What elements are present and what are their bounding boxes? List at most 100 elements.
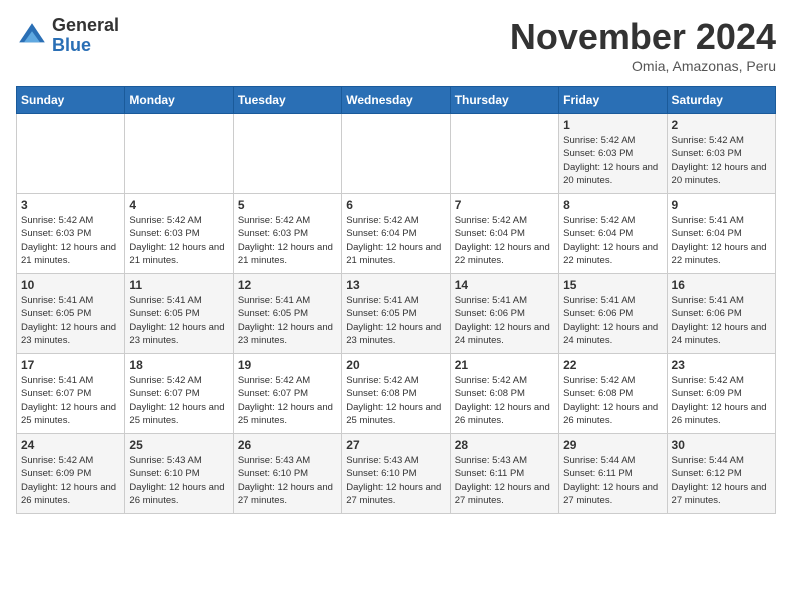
calendar-cell: 26Sunrise: 5:43 AMSunset: 6:10 PMDayligh…: [233, 434, 341, 514]
day-info: Sunrise: 5:42 AMSunset: 6:08 PMDaylight:…: [563, 374, 662, 427]
day-number: 22: [563, 358, 662, 372]
calendar-cell: 20Sunrise: 5:42 AMSunset: 6:08 PMDayligh…: [342, 354, 450, 434]
calendar-week-4: 17 Sunrise: 5:41 AMSunset: 6:07 PMDayligh…: [17, 354, 776, 434]
calendar-cell: 14Sunrise: 5:41 AMSunset: 6:06 PMDayligh…: [450, 274, 558, 354]
calendar-body: 1 Sunrise: 5:42 AMSunset: 6:03 PMDaylight…: [17, 114, 776, 514]
title-block: November 2024 Omia, Amazonas, Peru: [510, 16, 776, 74]
calendar-week-2: 3Sunrise: 5:42 AMSunset: 6:03 PMDaylight…: [17, 194, 776, 274]
weekday-header-wednesday: Wednesday: [342, 87, 450, 114]
calendar-cell: 28 Sunrise: 5:43 AMSunset: 6:11 PMDayligh…: [450, 434, 558, 514]
day-number: 13: [346, 278, 445, 292]
day-info: Sunrise: 5:42 AMSunset: 6:09 PMDaylight:…: [21, 454, 120, 507]
calendar-cell: 4 Sunrise: 5:42 AMSunset: 6:03 PMDaylight…: [125, 194, 233, 274]
day-info: Sunrise: 5:41 AMSunset: 6:06 PMDaylight:…: [672, 294, 771, 347]
calendar-cell: 24 Sunrise: 5:42 AMSunset: 6:09 PMDayligh…: [17, 434, 125, 514]
calendar-cell: 8Sunrise: 5:42 AMSunset: 6:04 PMDaylight…: [559, 194, 667, 274]
day-number: 19: [238, 358, 337, 372]
calendar-cell: 7 Sunrise: 5:42 AMSunset: 6:04 PMDaylight…: [450, 194, 558, 274]
day-number: 2: [672, 118, 771, 132]
day-info: Sunrise: 5:43 AMSunset: 6:10 PMDaylight:…: [129, 454, 228, 507]
calendar-cell: 18 Sunrise: 5:42 AMSunset: 6:07 PMDayligh…: [125, 354, 233, 434]
page-header: General Blue November 2024 Omia, Amazona…: [16, 16, 776, 74]
day-info: Sunrise: 5:41 AMSunset: 6:05 PMDaylight:…: [129, 294, 228, 347]
day-number: 29: [563, 438, 662, 452]
calendar-cell: 2 Sunrise: 5:42 AMSunset: 6:03 PMDaylight…: [667, 114, 775, 194]
calendar-cell: 11 Sunrise: 5:41 AMSunset: 6:05 PMDayligh…: [125, 274, 233, 354]
day-number: 16: [672, 278, 771, 292]
day-info: Sunrise: 5:44 AMSunset: 6:11 PMDaylight:…: [563, 454, 662, 507]
day-number: 9: [672, 198, 771, 212]
day-number: 27: [346, 438, 445, 452]
calendar-cell: [450, 114, 558, 194]
calendar-cell: 12Sunrise: 5:41 AMSunset: 6:05 PMDayligh…: [233, 274, 341, 354]
day-info: Sunrise: 5:41 AMSunset: 6:07 PMDaylight:…: [21, 374, 120, 427]
day-number: 18: [129, 358, 228, 372]
day-info: Sunrise: 5:42 AMSunset: 6:04 PMDaylight:…: [455, 214, 554, 267]
day-info: Sunrise: 5:41 AMSunset: 6:05 PMDaylight:…: [21, 294, 120, 347]
day-info: Sunrise: 5:43 AMSunset: 6:11 PMDaylight:…: [455, 454, 554, 507]
day-info: Sunrise: 5:42 AMSunset: 6:03 PMDaylight:…: [238, 214, 337, 267]
calendar-cell: 21 Sunrise: 5:42 AMSunset: 6:08 PMDayligh…: [450, 354, 558, 434]
calendar-cell: 23 Sunrise: 5:42 AMSunset: 6:09 PMDayligh…: [667, 354, 775, 434]
weekday-header-sunday: Sunday: [17, 87, 125, 114]
calendar-cell: 13 Sunrise: 5:41 AMSunset: 6:05 PMDayligh…: [342, 274, 450, 354]
day-number: 26: [238, 438, 337, 452]
day-info: Sunrise: 5:42 AMSunset: 6:07 PMDaylight:…: [129, 374, 228, 427]
day-info: Sunrise: 5:42 AMSunset: 6:04 PMDaylight:…: [346, 214, 445, 267]
day-info: Sunrise: 5:42 AMSunset: 6:09 PMDaylight:…: [672, 374, 771, 427]
calendar-header-row: SundayMondayTuesdayWednesdayThursdayFrid…: [17, 87, 776, 114]
calendar-cell: 6Sunrise: 5:42 AMSunset: 6:04 PMDaylight…: [342, 194, 450, 274]
logo-general: General: [52, 16, 119, 36]
day-info: Sunrise: 5:42 AMSunset: 6:03 PMDaylight:…: [129, 214, 228, 267]
day-info: Sunrise: 5:42 AMSunset: 6:03 PMDaylight:…: [563, 134, 662, 187]
calendar-cell: 29 Sunrise: 5:44 AMSunset: 6:11 PMDayligh…: [559, 434, 667, 514]
day-number: 30: [672, 438, 771, 452]
logo-blue: Blue: [52, 36, 119, 56]
day-info: Sunrise: 5:42 AMSunset: 6:04 PMDaylight:…: [563, 214, 662, 267]
day-number: 10: [21, 278, 120, 292]
calendar-cell: 27 Sunrise: 5:43 AMSunset: 6:10 PMDayligh…: [342, 434, 450, 514]
day-number: 28: [455, 438, 554, 452]
day-info: Sunrise: 5:42 AMSunset: 6:08 PMDaylight:…: [455, 374, 554, 427]
calendar-cell: 30 Sunrise: 5:44 AMSunset: 6:12 PMDayligh…: [667, 434, 775, 514]
day-info: Sunrise: 5:44 AMSunset: 6:12 PMDaylight:…: [672, 454, 771, 507]
location-subtitle: Omia, Amazonas, Peru: [510, 58, 776, 74]
calendar-cell: 22 Sunrise: 5:42 AMSunset: 6:08 PMDayligh…: [559, 354, 667, 434]
calendar-cell: [342, 114, 450, 194]
calendar-table: SundayMondayTuesdayWednesdayThursdayFrid…: [16, 86, 776, 514]
day-number: 14: [455, 278, 554, 292]
day-info: Sunrise: 5:43 AMSunset: 6:10 PMDaylight:…: [346, 454, 445, 507]
day-info: Sunrise: 5:41 AMSunset: 6:06 PMDaylight:…: [563, 294, 662, 347]
day-number: 7: [455, 198, 554, 212]
day-info: Sunrise: 5:42 AMSunset: 6:03 PMDaylight:…: [672, 134, 771, 187]
day-number: 24: [21, 438, 120, 452]
day-number: 20: [346, 358, 445, 372]
calendar-cell: [233, 114, 341, 194]
calendar-cell: 16 Sunrise: 5:41 AMSunset: 6:06 PMDayligh…: [667, 274, 775, 354]
weekday-header-tuesday: Tuesday: [233, 87, 341, 114]
weekday-header-saturday: Saturday: [667, 87, 775, 114]
calendar-cell: 17 Sunrise: 5:41 AMSunset: 6:07 PMDayligh…: [17, 354, 125, 434]
weekday-header-thursday: Thursday: [450, 87, 558, 114]
calendar-cell: 19Sunrise: 5:42 AMSunset: 6:07 PMDayligh…: [233, 354, 341, 434]
calendar-week-5: 24 Sunrise: 5:42 AMSunset: 6:09 PMDayligh…: [17, 434, 776, 514]
calendar-cell: 15 Sunrise: 5:41 AMSunset: 6:06 PMDayligh…: [559, 274, 667, 354]
day-number: 1: [563, 118, 662, 132]
logo-icon: [16, 20, 48, 52]
calendar-week-1: 1 Sunrise: 5:42 AMSunset: 6:03 PMDaylight…: [17, 114, 776, 194]
day-number: 17: [21, 358, 120, 372]
day-number: 23: [672, 358, 771, 372]
day-number: 11: [129, 278, 228, 292]
day-number: 12: [238, 278, 337, 292]
calendar-cell: 9 Sunrise: 5:41 AMSunset: 6:04 PMDaylight…: [667, 194, 775, 274]
weekday-header-friday: Friday: [559, 87, 667, 114]
logo: General Blue: [16, 16, 119, 56]
day-info: Sunrise: 5:41 AMSunset: 6:04 PMDaylight:…: [672, 214, 771, 267]
calendar-cell: 25Sunrise: 5:43 AMSunset: 6:10 PMDayligh…: [125, 434, 233, 514]
day-info: Sunrise: 5:41 AMSunset: 6:05 PMDaylight:…: [346, 294, 445, 347]
day-number: 4: [129, 198, 228, 212]
calendar-cell: 3Sunrise: 5:42 AMSunset: 6:03 PMDaylight…: [17, 194, 125, 274]
month-title: November 2024: [510, 16, 776, 58]
day-number: 15: [563, 278, 662, 292]
day-number: 21: [455, 358, 554, 372]
